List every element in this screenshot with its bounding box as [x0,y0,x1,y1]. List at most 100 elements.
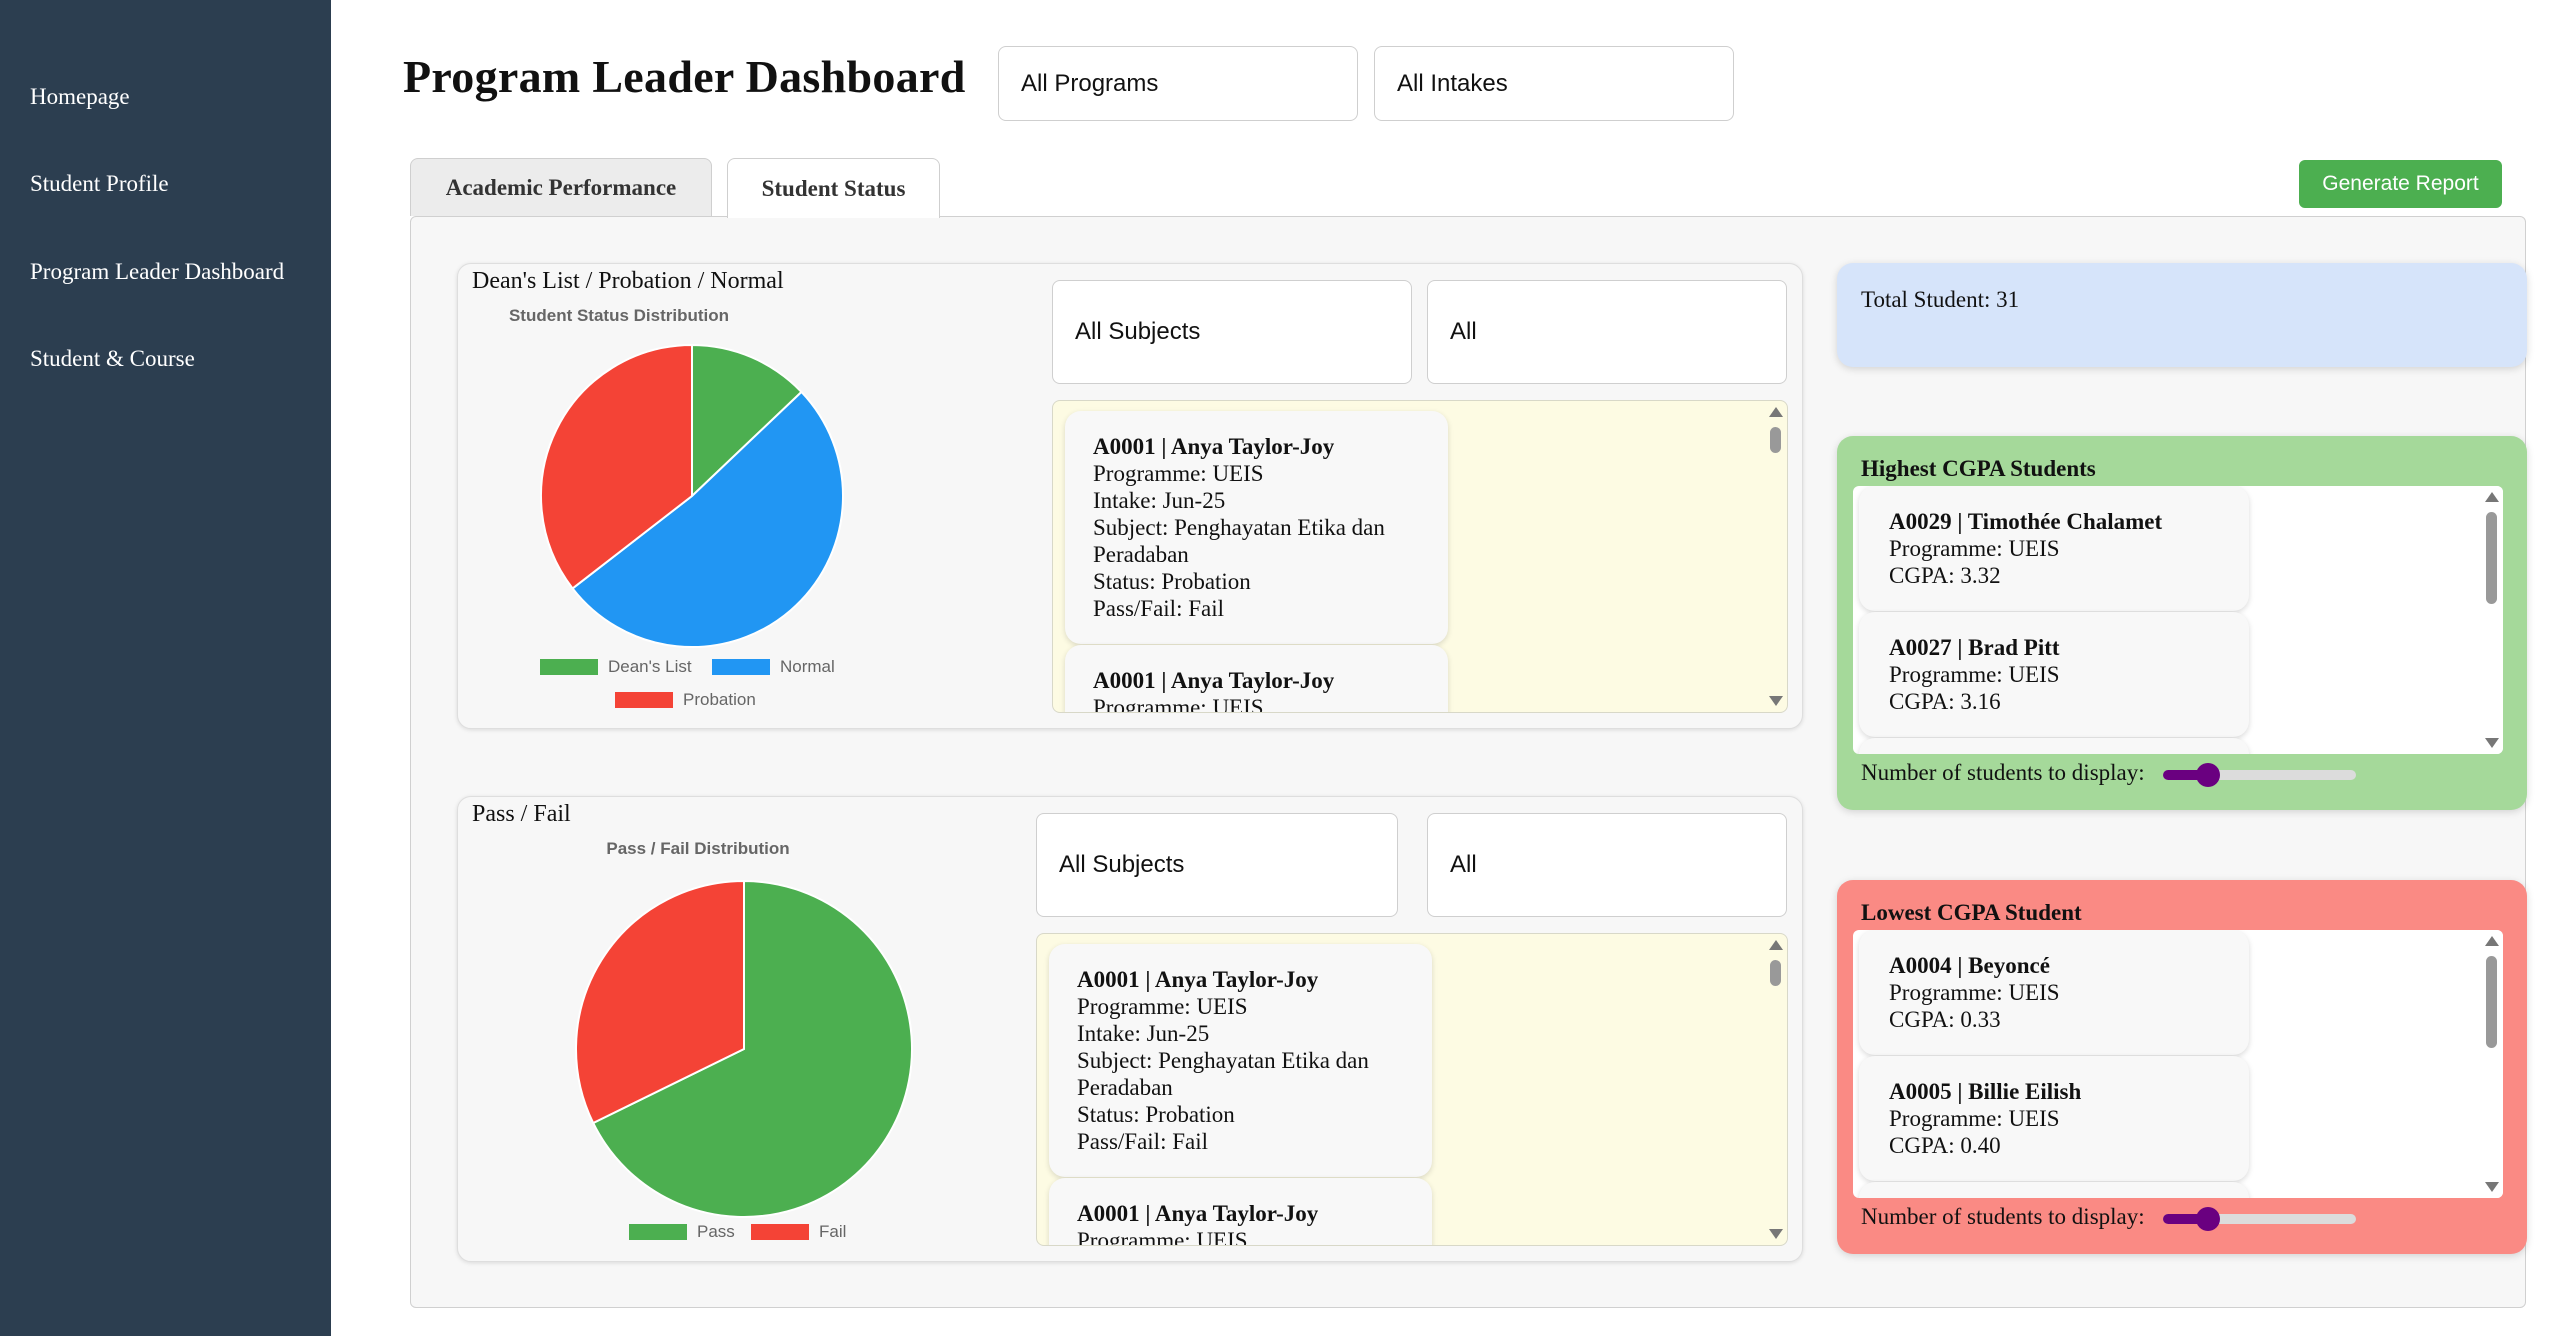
list-item[interactable]: A0005 | Billie Eilish Programme: UEIS CG… [1859,1056,2249,1181]
student-cgpa: CGPA: 3.16 [1889,689,2001,714]
scroll-thumb[interactable] [1770,427,1781,453]
passfail-records-list[interactable]: A0001 | Anya Taylor-Joy Programme: UEIS … [1036,933,1788,1246]
passfail-subject-filter[interactable]: All Subjects [1036,813,1398,917]
student-cgpa: CGPA: 0.33 [1889,1007,2001,1032]
page-title: Program Leader Dashboard [403,51,966,102]
record-header: A0001 | Anya Taylor-Joy [1093,434,1335,459]
lowest-cgpa-list[interactable]: A0004 | Beyoncé Programme: UEIS CGPA: 0.… [1853,930,2503,1198]
record-passfail: Pass/Fail: Fail [1093,596,1224,621]
student-header: A0005 | Billie Eilish [1889,1079,2082,1104]
student-programme: Programme: UEIS [1889,536,2060,561]
record-status: Status: Probation [1077,1102,1235,1127]
scroll-up-icon[interactable] [2485,492,2499,502]
legend-probation: Probation [615,690,756,710]
sidebar-item-homepage[interactable]: Homepage [30,84,130,110]
lowest-count-slider[interactable] [2163,1207,2356,1231]
scroll-thumb[interactable] [2486,512,2497,604]
legend-pass-label: Pass [697,1222,735,1241]
passfail-list-scrollbar[interactable] [1765,934,1787,1245]
status-subject-filter[interactable]: All Subjects [1052,280,1412,384]
total-student-label: Total Student: 31 [1861,287,2020,312]
legend-fail: Fail [751,1222,846,1242]
scroll-down-icon[interactable] [2485,738,2499,748]
probation-swatch [615,692,673,708]
legend-normal: Normal [712,657,835,677]
record-programme: Programme: UEIS [1077,1228,1248,1246]
list-item[interactable] [1859,738,2249,754]
legend-deans-list: Dean's List [540,657,692,677]
record-header: A0001 | Anya Taylor-Joy [1077,967,1319,992]
lowest-slider-label: Number of students to display: [1861,1204,2145,1229]
list-item[interactable]: A0001 | Anya Taylor-Joy Programme: UEIS … [1065,411,1448,644]
legend-probation-label: Probation [683,690,756,709]
record-header: A0001 | Anya Taylor-Joy [1077,1201,1319,1226]
highest-cgpa-box: Highest CGPA Students A0029 | Timothée C… [1837,436,2527,810]
list-item[interactable]: A0001 | Anya Taylor-Joy Programme: UEIS … [1049,944,1432,1177]
scroll-thumb[interactable] [1770,960,1781,986]
intake-filter-select[interactable]: All Intakes [1374,46,1734,121]
student-cgpa: CGPA: 0.40 [1889,1133,2001,1158]
lowest-list-scrollbar[interactable] [2481,930,2503,1198]
student-programme: Programme: UEIS [1889,980,2060,1005]
list-item[interactable]: A0001 | Anya Taylor-Joy Programme: UEIS [1049,1178,1432,1246]
student-header: A0027 | Brad Pitt [1889,635,2060,660]
student-cgpa: CGPA: 3.32 [1889,563,2001,588]
student-header: A0004 | Beyoncé [1889,953,2050,978]
list-item[interactable] [1859,1182,2249,1198]
highest-cgpa-title: Highest CGPA Students [1861,456,2096,481]
list-item[interactable]: A0027 | Brad Pitt Programme: UEIS CGPA: … [1859,612,2249,737]
sidebar: Homepage Student Profile Program Leader … [0,0,331,1336]
normal-swatch [712,659,770,675]
legend-deans-list-label: Dean's List [608,657,692,676]
status-distribution-card: Dean's List / Probation / Normal Student… [457,263,1803,729]
list-item[interactable]: A0001 | Anya Taylor-Joy Programme: UEIS [1065,645,1448,713]
legend-normal-label: Normal [780,657,835,676]
record-passfail: Pass/Fail: Fail [1077,1129,1208,1154]
passfail-pie-chart [575,879,913,1218]
sidebar-item-program-leader-dashboard[interactable]: Program Leader Dashboard [30,259,284,285]
scroll-up-icon[interactable] [2485,936,2499,946]
deans-list-swatch [540,659,598,675]
scroll-down-icon[interactable] [2485,1182,2499,1192]
list-item[interactable]: A0004 | Beyoncé Programme: UEIS CGPA: 0.… [1859,930,2249,1055]
generate-report-button[interactable]: Generate Report [2299,160,2502,208]
student-header: A0029 | Timothée Chalamet [1889,509,2163,534]
legend-pass: Pass [629,1222,735,1242]
pass-swatch [629,1224,687,1240]
record-status: Status: Probation [1093,569,1251,594]
scroll-up-icon[interactable] [1769,940,1783,950]
program-filter-select[interactable]: All Programs [998,46,1358,121]
slider-thumb[interactable] [2195,1207,2220,1231]
record-header: A0001 | Anya Taylor-Joy [1093,668,1335,693]
student-programme: Programme: UEIS [1889,1106,2060,1131]
tab-academic-performance[interactable]: Academic Performance [410,158,712,216]
slider-thumb[interactable] [2195,763,2220,787]
record-programme: Programme: UEIS [1077,994,1248,1019]
fail-swatch [751,1224,809,1240]
legend-fail-label: Fail [819,1222,847,1241]
total-student-box: Total Student: 31 [1837,263,2527,367]
tab-student-status[interactable]: Student Status [727,158,940,218]
highest-list-scrollbar[interactable] [2481,486,2503,754]
list-item[interactable]: A0029 | Timothée Chalamet Programme: UEI… [1859,486,2249,611]
status-list-scrollbar[interactable] [1765,401,1787,712]
sidebar-item-student-course[interactable]: Student & Course [30,346,195,372]
record-subject: Subject: Penghayatan Etika dan Peradaban [1093,515,1385,567]
status-records-list[interactable]: A0001 | Anya Taylor-Joy Programme: UEIS … [1052,400,1788,713]
highest-cgpa-list[interactable]: A0029 | Timothée Chalamet Programme: UEI… [1853,486,2503,754]
scroll-thumb[interactable] [2486,956,2497,1048]
lowest-cgpa-title: Lowest CGPA Student [1861,900,2082,925]
record-programme: Programme: UEIS [1093,695,1264,713]
passfail-status-filter[interactable]: All [1427,813,1787,917]
highest-count-slider[interactable] [2163,763,2356,787]
highest-slider-label: Number of students to display: [1861,760,2145,785]
sidebar-item-student-profile[interactable]: Student Profile [30,171,169,197]
record-subject: Subject: Penghayatan Etika dan Peradaban [1077,1048,1369,1100]
scroll-up-icon[interactable] [1769,407,1783,417]
record-intake: Intake: Jun-25 [1093,488,1226,513]
scroll-down-icon[interactable] [1769,1229,1783,1239]
record-intake: Intake: Jun-25 [1077,1021,1210,1046]
scroll-down-icon[interactable] [1769,696,1783,706]
status-status-filter[interactable]: All [1427,280,1787,384]
passfail-distribution-card: Pass / Fail Pass / Fail Distribution Pas… [457,796,1803,1262]
